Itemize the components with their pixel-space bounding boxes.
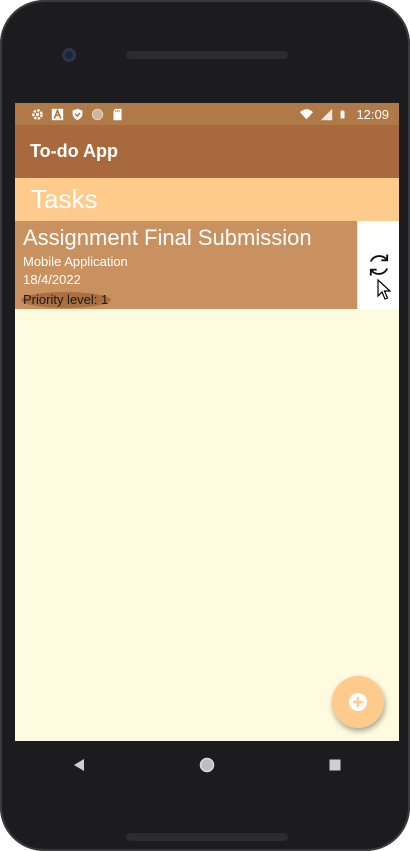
- app-screen: 12:09 To-do App Tasks Assignment Final S…: [15, 103, 399, 741]
- shield-icon: [72, 108, 83, 120]
- status-bar: 12:09: [15, 103, 399, 125]
- refresh-icon: [369, 254, 388, 276]
- battery-icon: [341, 109, 345, 118]
- app-title: To-do App: [30, 141, 118, 161]
- front-camera: [62, 48, 76, 62]
- tasks-header-title: Tasks: [31, 184, 98, 214]
- recents-icon: [329, 759, 341, 771]
- bottom-speaker: [126, 833, 288, 841]
- a-icon: [51, 107, 64, 120]
- add-task-button[interactable]: [332, 676, 384, 728]
- tasks-header: Tasks: [15, 178, 399, 221]
- settings-icon: [32, 108, 43, 120]
- add-circle-icon: [349, 693, 367, 711]
- circle-icon: [91, 108, 104, 120]
- task-card[interactable]: Assignment Final Submission Mobile Appli…: [15, 221, 357, 309]
- task-category: Mobile Application: [23, 254, 128, 269]
- sd-card-icon: [113, 108, 122, 120]
- back-icon: [74, 759, 84, 771]
- task-title: Assignment Final Submission: [23, 225, 312, 250]
- recents-button[interactable]: [315, 745, 355, 785]
- task-row: Assignment Final Submission Mobile Appli…: [15, 221, 399, 309]
- status-icons-left: [31, 107, 124, 121]
- top-speaker: [126, 51, 288, 59]
- phone-frame: 12:09 To-do App Tasks Assignment Final S…: [0, 0, 410, 851]
- task-priority: Priority level: 1: [21, 290, 349, 310]
- app-bar: To-do App: [15, 125, 399, 178]
- home-button[interactable]: [187, 745, 227, 785]
- wifi-icon: [300, 108, 314, 119]
- status-time: 12:09: [356, 106, 389, 122]
- task-date: 18/4/2022: [23, 272, 81, 287]
- home-icon: [199, 757, 215, 773]
- mouse-cursor-icon: [377, 279, 391, 300]
- priority-label: Priority level: 1: [23, 292, 109, 307]
- status-icons-right: 12:09: [300, 107, 389, 122]
- signal-icon: [321, 108, 333, 120]
- nav-bar: [15, 741, 399, 789]
- back-button[interactable]: [59, 745, 99, 785]
